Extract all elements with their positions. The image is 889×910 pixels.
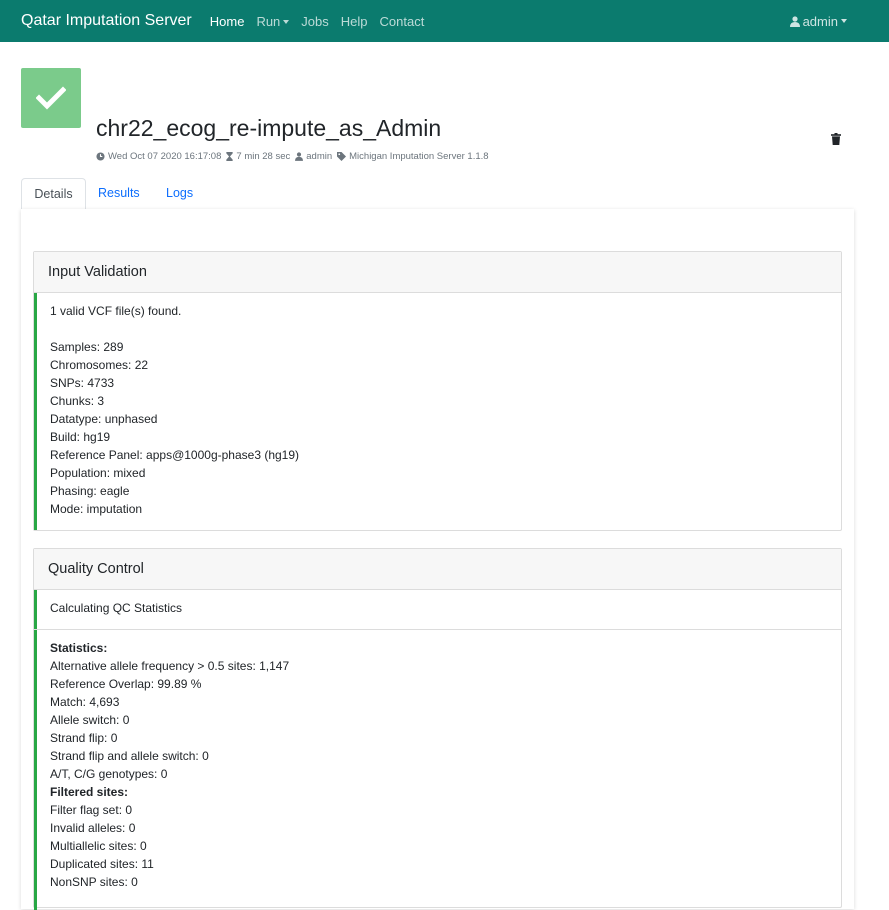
user-menu[interactable]: admin [789, 0, 847, 42]
stat-line: Strand flip and allele switch: 0 [50, 749, 209, 763]
tag-icon [337, 152, 347, 161]
stat-line: Strand flip: 0 [50, 731, 118, 745]
input-validation-title: Input Validation [34, 252, 841, 293]
tab-results[interactable]: Results [86, 178, 152, 210]
nav-home[interactable]: Home [210, 14, 245, 29]
hourglass-icon [226, 152, 234, 161]
delete-job-button[interactable] [831, 132, 841, 150]
chunks-line: Chunks: 3 [50, 394, 105, 408]
job-duration: 7 min 28 sec [226, 151, 290, 162]
mode-line: Mode: imputation [50, 502, 143, 516]
job-app-text: Michigan Imputation Server 1.1.8 [349, 151, 489, 162]
quality-control-title: Quality Control [34, 549, 841, 590]
quality-control-card: Quality Control Calculating QC Statistic… [33, 548, 842, 910]
tab-logs[interactable]: Logs [154, 178, 205, 210]
job-user: admin [295, 151, 332, 162]
phasing-line: Phasing: eagle [50, 484, 130, 498]
clock-icon [96, 152, 105, 161]
nav-run[interactable]: Run [256, 13, 290, 29]
filtered-heading: Filtered sites: [50, 785, 129, 799]
job-duration-text: 7 min 28 sec [236, 151, 291, 162]
job-status-indicator [21, 68, 81, 128]
nav-run-label: Run [256, 13, 281, 29]
user-icon [789, 15, 800, 27]
job-date: Wed Oct 07 2020 16:17:08 [96, 151, 221, 162]
qc-statistics-section: Statistics: Alternative allele frequency… [34, 630, 841, 910]
stat-line: Allele switch: 0 [50, 713, 130, 727]
chevron-down-icon [283, 20, 290, 25]
filtered-line: NonSNP sites: 0 [50, 875, 138, 889]
nav-jobs[interactable]: Jobs [301, 14, 328, 29]
filtered-line: Filter flag set: 0 [50, 803, 133, 817]
job-user-text: admin [306, 151, 333, 162]
build-line: Build: hg19 [50, 430, 111, 444]
user-menu-label: admin [802, 13, 838, 29]
top-navbar: Qatar Imputation Server Home Run Jobs He… [0, 0, 889, 42]
brand-link[interactable]: Qatar Imputation Server [21, 12, 192, 30]
reference-panel-line: Reference Panel: apps@1000g-phase3 (hg19… [50, 448, 300, 462]
vcf-found-text: 1 valid VCF file(s) found. [50, 304, 182, 318]
stat-line: Match: 4,693 [50, 695, 120, 709]
job-header: chr22_ecog_re-impute_as_Admin Wed Oct 07… [0, 42, 889, 166]
nav-help[interactable]: Help [341, 14, 368, 29]
tab-details[interactable]: Details [21, 178, 86, 210]
chevron-down-icon [841, 19, 847, 23]
input-validation-card: Input Validation 1 valid VCF file(s) fou… [33, 251, 842, 531]
check-icon [36, 86, 66, 110]
snps-line: SNPs: 4733 [50, 376, 115, 390]
stat-line: Reference Overlap: 99.89 % [50, 677, 202, 691]
job-title: chr22_ecog_re-impute_as_Admin [96, 115, 442, 141]
statistics-heading: Statistics: [50, 641, 108, 655]
samples-line: Samples: 289 [50, 340, 124, 354]
filtered-line: Duplicated sites: 11 [50, 857, 154, 871]
job-date-text: Wed Oct 07 2020 16:17:08 [108, 151, 222, 162]
filtered-line: Multiallelic sites: 0 [50, 839, 147, 853]
input-validation-body: 1 valid VCF file(s) found. Samples: 289 … [34, 293, 841, 530]
qc-calculating-section: Calculating QC Statistics [34, 590, 841, 629]
filtered-line: Invalid alleles: 0 [50, 821, 136, 835]
user-icon [295, 152, 304, 161]
qc-calculating-text: Calculating QC Statistics [50, 601, 183, 615]
job-tabs: Details Results Logs [21, 178, 854, 210]
population-line: Population: mixed [50, 466, 146, 480]
job-meta: Wed Oct 07 2020 16:17:08 7 min 28 sec ad… [96, 151, 494, 162]
job-app: Michigan Imputation Server 1.1.8 [337, 151, 489, 162]
nav-contact[interactable]: Contact [380, 14, 425, 29]
chromosomes-line: Chromosomes: 22 [50, 358, 149, 372]
stat-line: A/T, C/G genotypes: 0 [50, 767, 168, 781]
stat-line: Alternative allele frequency > 0.5 sites… [50, 659, 290, 673]
datatype-line: Datatype: unphased [50, 412, 158, 426]
trash-icon [831, 133, 841, 145]
